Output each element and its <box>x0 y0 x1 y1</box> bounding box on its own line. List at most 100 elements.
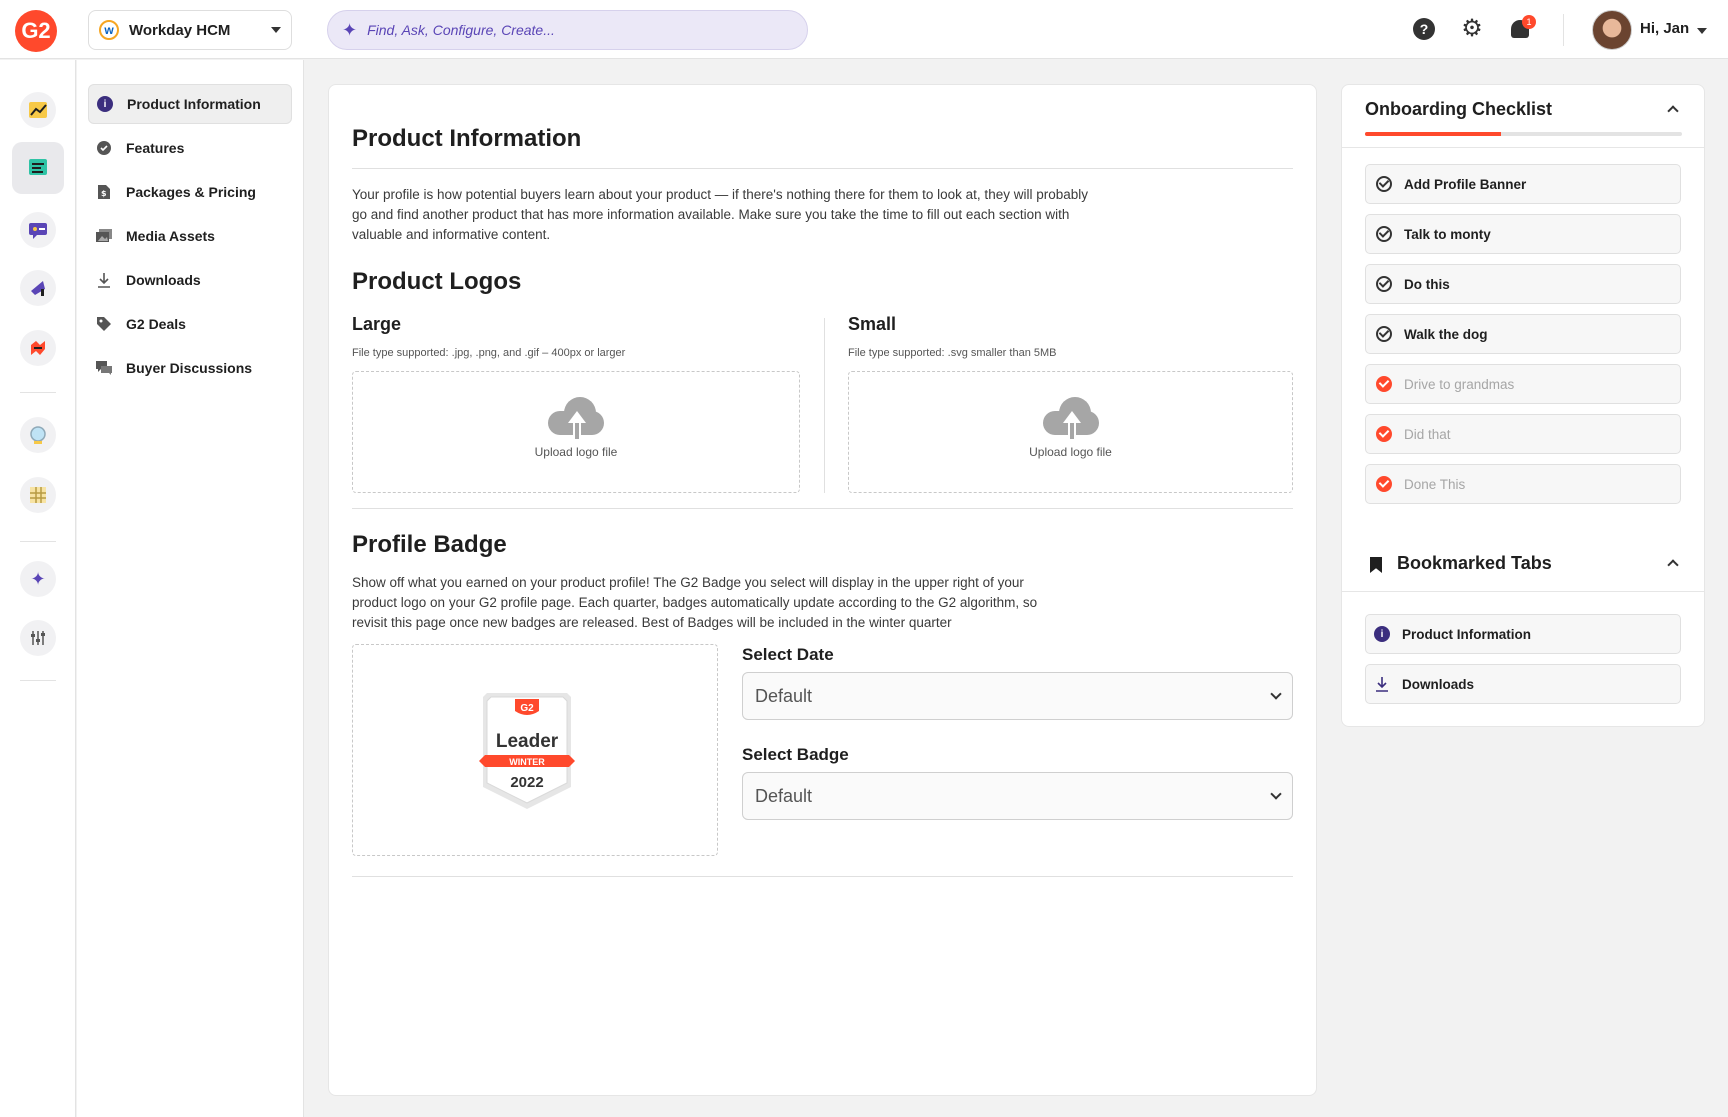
subnav-item-downloads[interactable]: Downloads <box>88 260 292 300</box>
badge-year: 2022 <box>510 774 543 791</box>
subnav-item-label: Features <box>126 140 185 156</box>
profile-section-nav: i Product Information Features $ Package… <box>77 60 304 1117</box>
subnav-item-label: Downloads <box>126 272 201 288</box>
help-icon[interactable]: ? <box>1413 18 1435 40</box>
divider <box>20 680 56 681</box>
select-badge-dropdown[interactable]: Default <box>742 772 1293 820</box>
caret-down-icon <box>271 27 281 33</box>
divider <box>352 168 1293 169</box>
divider <box>20 541 56 542</box>
checklist-item-label: Did that <box>1404 426 1451 442</box>
onboarding-checklist-title[interactable]: Onboarding Checklist <box>1365 99 1552 120</box>
checklist-item-completed[interactable]: Drive to grandmas <box>1365 364 1681 404</box>
product-logos-heading: Product Logos <box>352 268 522 295</box>
chevron-down-icon <box>1270 788 1282 800</box>
large-logo-hint: File type supported: .jpg, .png, and .gi… <box>352 347 626 359</box>
g2-logo[interactable]: G2 <box>15 10 57 52</box>
check-circle-filled-icon <box>1376 426 1392 442</box>
subnav-item-label: G2 Deals <box>126 316 186 332</box>
subnav-item-features[interactable]: Features <box>88 128 292 168</box>
onboarding-progress-bar <box>1365 132 1682 136</box>
subnav-item-g2-deals[interactable]: G2 Deals <box>88 304 292 344</box>
badge-title: Leader <box>496 731 559 752</box>
workday-logo-icon: w <box>99 20 119 40</box>
download-icon <box>96 272 112 288</box>
checklist-item[interactable]: Add Profile Banner <box>1365 164 1681 204</box>
checklist-item[interactable]: Do this <box>1365 264 1681 304</box>
checklist-item[interactable]: Walk the dog <box>1365 314 1681 354</box>
checklist-item-label: Talk to monty <box>1404 226 1491 242</box>
svg-text:$: $ <box>101 189 107 198</box>
subnav-item-product-information[interactable]: i Product Information <box>88 84 292 124</box>
subnav-item-label: Product Information <box>127 96 261 112</box>
sparkle-icon: ✦ <box>342 19 358 40</box>
divider <box>1342 591 1704 592</box>
tag-icon <box>96 316 112 332</box>
checklist-item-label: Add Profile Banner <box>1404 176 1527 192</box>
profile-badge-heading: Profile Badge <box>352 531 507 558</box>
insights-icon[interactable] <box>20 417 56 453</box>
divider <box>352 508 1293 509</box>
select-badge-value: Default <box>755 785 813 806</box>
subnav-item-label: Buyer Discussions <box>126 360 253 376</box>
upload-label: Upload logo file <box>1029 445 1112 459</box>
checklist-item-label: Walk the dog <box>1404 326 1488 342</box>
check-circle-filled-icon <box>1376 476 1392 492</box>
divider <box>1342 147 1704 148</box>
search-bar[interactable]: ✦ <box>327 10 808 50</box>
product-switcher[interactable]: w Workday HCM <box>88 10 292 50</box>
check-circle-icon <box>1376 176 1392 192</box>
large-logo-dropzone[interactable]: Upload logo file <box>352 371 800 493</box>
bookmarked-tabs-title[interactable]: Bookmarked Tabs <box>1397 553 1552 574</box>
user-menu-caret-icon[interactable] <box>1697 28 1707 34</box>
badge-logo-text: G2 <box>520 703 534 714</box>
check-circle-icon <box>1376 276 1392 292</box>
bookmark-item-product-information[interactable]: i Product Information <box>1365 614 1681 654</box>
chart-icon[interactable] <box>20 92 56 128</box>
small-logo-heading: Small <box>848 314 897 334</box>
checklist-item-label: Done This <box>1404 476 1466 492</box>
profile-badge-description: Show off what you earned on your product… <box>352 575 1038 630</box>
user-greeting[interactable]: Hi, Jan <box>1640 20 1689 37</box>
small-logo-hint: File type supported: .svg smaller than 5… <box>848 347 1057 359</box>
upload-label: Upload logo file <box>534 445 618 459</box>
gear-icon[interactable]: ⚙ <box>1460 17 1484 42</box>
intro-text: Your profile is how potential buyers lea… <box>352 187 1088 242</box>
top-bar: G2 w Workday HCM ✦ ? ⚙ 1 Hi, Jan <box>0 0 1728 59</box>
reviews-icon[interactable] <box>20 212 56 248</box>
badge-season: WINTER <box>509 757 545 767</box>
integrations-icon[interactable] <box>20 330 56 366</box>
checklist-item-completed[interactable]: Done This <box>1365 464 1681 504</box>
select-date-value: Default <box>755 685 813 706</box>
bookmark-item-downloads[interactable]: Downloads <box>1365 664 1681 704</box>
marketing-icon[interactable] <box>20 270 56 306</box>
user-avatar[interactable] <box>1592 10 1632 50</box>
divider <box>20 392 56 393</box>
bookmark-item-label: Product Information <box>1402 626 1531 642</box>
checklist-item-completed[interactable]: Did that <box>1365 414 1681 454</box>
notifications-bell-icon[interactable]: 1 <box>1508 15 1536 42</box>
small-logo-dropzone[interactable]: Upload logo file <box>848 371 1293 493</box>
info-icon: i <box>1374 626 1390 642</box>
icon-rail: ✦ <box>0 60 76 1117</box>
settings-sliders-icon[interactable] <box>20 620 56 656</box>
select-date-label: Select Date <box>742 645 834 664</box>
subnav-item-buyer-discussions[interactable]: Buyer Discussions <box>88 348 292 388</box>
subnav-item-media-assets[interactable]: Media Assets <box>88 216 292 256</box>
download-icon <box>1374 676 1390 692</box>
checklist-item[interactable]: Talk to monty <box>1365 214 1681 254</box>
onboarding-panel: Onboarding Checklist Add Profile Banner … <box>1341 84 1705 727</box>
grid-icon[interactable] <box>20 477 56 513</box>
search-input[interactable] <box>367 22 768 38</box>
cloud-upload-icon <box>544 397 608 440</box>
check-circle-icon <box>1376 326 1392 342</box>
bookmark-icon <box>1370 557 1382 573</box>
chevron-up-icon[interactable] <box>1667 559 1679 571</box>
chevron-up-icon[interactable] <box>1667 105 1679 117</box>
checklist-item-label: Do this <box>1404 276 1450 292</box>
subnav-item-packages-pricing[interactable]: $ Packages & Pricing <box>88 172 292 212</box>
select-date-dropdown[interactable]: Default <box>742 672 1293 720</box>
select-badge-label: Select Badge <box>742 745 849 764</box>
ai-sparkle-icon[interactable]: ✦ <box>20 561 56 597</box>
profile-editor-icon[interactable] <box>12 142 64 194</box>
